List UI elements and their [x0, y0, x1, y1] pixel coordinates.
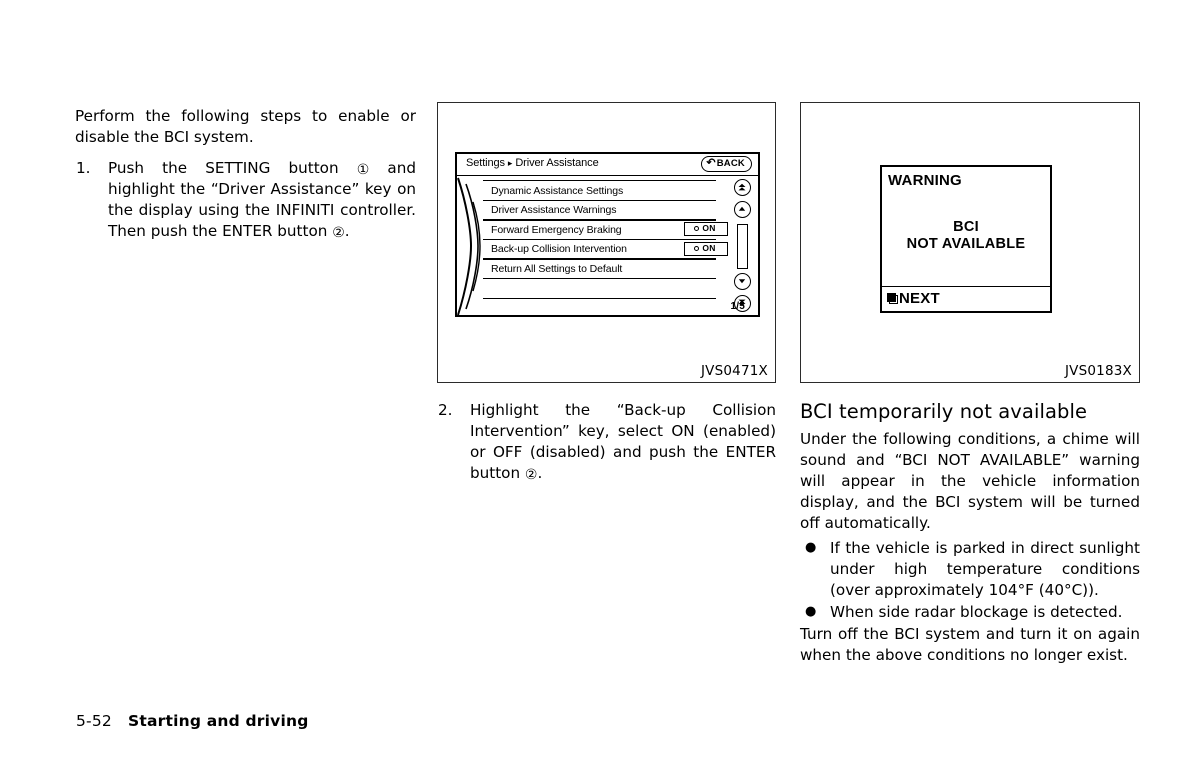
navigation-display-screen: Settings ▸ Driver Assistance ↶BACK Dynam…: [455, 152, 760, 317]
bullet-item-radar-blockage: ● When side radar blockage is detected.: [800, 602, 1140, 623]
scrollbar-track[interactable]: [737, 224, 748, 269]
step-2-text-a: Highlight the “Back-up Collision Interve…: [470, 401, 776, 482]
bullet-item-text: If the vehicle is parked in direct sunli…: [830, 539, 1140, 599]
circled-number-1-icon: ①: [356, 162, 370, 178]
back-button[interactable]: ↶BACK: [701, 156, 752, 172]
list-item-return-all-settings-to-default[interactable]: Return All Settings to Default: [483, 258, 716, 280]
chevron-down-icon: [738, 279, 746, 284]
list-item-forward-emergency-braking[interactable]: Forward Emergency Braking ON: [483, 219, 728, 241]
step-1-text-c: .: [344, 222, 350, 240]
scroll-controls: [733, 179, 755, 315]
chevron-up-icon: [738, 206, 746, 211]
step-1: 1. Push the SETTING button ① and highligh…: [75, 158, 416, 242]
circled-number-2-icon: ②: [332, 225, 345, 241]
numbered-step-list-middle: 2. Highlight the “Back-up Collision Inter…: [437, 400, 776, 484]
list-item-label: Back-up Collision Intervention: [491, 243, 627, 256]
step-2: 2. Highlight the “Back-up Collision Inter…: [437, 400, 776, 484]
step-1-text-a: Push the SETTING button: [108, 159, 357, 177]
list-item-label: Forward Emergency Braking: [491, 223, 622, 236]
next-button-label: NEXT: [899, 290, 940, 307]
double-chevron-up-icon: [738, 183, 746, 191]
list-item-label: Return All Settings to Default: [491, 262, 623, 275]
figure-nav-settings: Settings ▸ Driver Assistance ↶BACK Dynam…: [437, 102, 776, 383]
circled-number-2-icon: ②: [524, 467, 538, 483]
list-item-label: Dynamic Assistance Settings: [491, 184, 624, 197]
bullet-dot-icon: ●: [805, 604, 817, 619]
numbered-step-list-left: 1. Push the SETTING button ① and highligh…: [75, 158, 416, 242]
back-button-label: BACK: [716, 158, 745, 169]
figure-caption-jvs0471x: JVS0471X: [701, 363, 768, 379]
back-arrow-icon: ↶: [706, 157, 716, 169]
toggle-led-icon: [694, 225, 700, 231]
list-item-dynamic-assistance-settings[interactable]: Dynamic Assistance Settings: [483, 180, 716, 201]
vehicle-information-display: WARNING BCI NOT AVAILABLE NEXT: [880, 165, 1052, 313]
footer-chapter-title: Starting and driving: [127, 712, 309, 730]
list-item-back-up-collision-intervention[interactable]: Back-up Collision Intervention ON: [483, 238, 728, 260]
next-square-icon: [887, 293, 898, 304]
step-2-number: 2.: [438, 401, 453, 419]
list-item-driver-assistance-warnings[interactable]: Driver Assistance Warnings: [483, 199, 716, 221]
intro-paragraph: Perform the following steps to enable or…: [75, 107, 416, 146]
figure-caption-jvs0183x: JVS0183X: [1065, 363, 1132, 379]
toggle-forward-emergency-braking[interactable]: ON: [684, 222, 728, 237]
breadcrumb-root: Settings: [466, 157, 505, 169]
list-item-empty: [483, 278, 716, 300]
section-paragraph: Under the following conditions, a chime …: [800, 430, 1140, 532]
step-1-number: 1.: [76, 159, 91, 177]
toggle-state-label: ON: [702, 242, 716, 253]
next-button[interactable]: NEXT: [887, 290, 940, 307]
bullet-item-sunlight: ● If the vehicle is parked in direct sunl…: [800, 538, 1140, 601]
list-item-label: Driver Assistance Warnings: [491, 204, 617, 217]
figure-warning-display: WARNING BCI NOT AVAILABLE NEXT JVS0183X: [800, 102, 1140, 383]
scroll-up-button[interactable]: [734, 201, 751, 218]
warning-message: BCI NOT AVAILABLE: [882, 219, 1050, 253]
toggle-back-up-collision-intervention[interactable]: ON: [684, 241, 728, 256]
toggle-led-icon: [694, 245, 700, 251]
nav-breadcrumb: Settings ▸ Driver Assistance: [466, 157, 599, 169]
step-2-text-b: .: [537, 464, 543, 482]
bullet-item-text: When side radar blockage is detected.: [830, 603, 1123, 621]
left-text-column: Perform the following steps to enable or…: [75, 106, 416, 242]
warning-footer-bar: NEXT: [882, 286, 1050, 311]
section-heading: BCI temporarily not available: [800, 400, 1088, 423]
condition-bullet-list: ● If the vehicle is parked in direct sunl…: [800, 538, 1140, 623]
footer-page-number: 5-52: [76, 712, 112, 730]
page-footer: 5-52 Starting and driving: [76, 712, 309, 730]
bullet-dot-icon: ●: [805, 540, 817, 555]
scroll-down-button[interactable]: [734, 273, 751, 290]
nav-screen-header: Settings ▸ Driver Assistance ↶BACK: [457, 154, 758, 176]
toggle-state-label: ON: [702, 223, 716, 234]
warning-title: WARNING: [888, 172, 962, 189]
right-column: WARNING BCI NOT AVAILABLE NEXT JVS0183X …: [800, 102, 1140, 666]
scroll-page-up-button[interactable]: [734, 179, 751, 196]
page-indicator: 1/5: [730, 301, 745, 312]
closing-paragraph: Turn off the BCI system and turn it on a…: [800, 625, 1140, 664]
middle-column: Settings ▸ Driver Assistance ↶BACK Dynam…: [437, 102, 776, 484]
breadcrumb-current: Driver Assistance: [515, 157, 599, 169]
warning-message-line-1: BCI: [953, 219, 979, 235]
breadcrumb-separator-icon: ▸: [507, 158, 513, 168]
settings-list: Dynamic Assistance Settings Driver Assis…: [483, 180, 728, 300]
warning-message-line-2: NOT AVAILABLE: [906, 236, 1026, 252]
